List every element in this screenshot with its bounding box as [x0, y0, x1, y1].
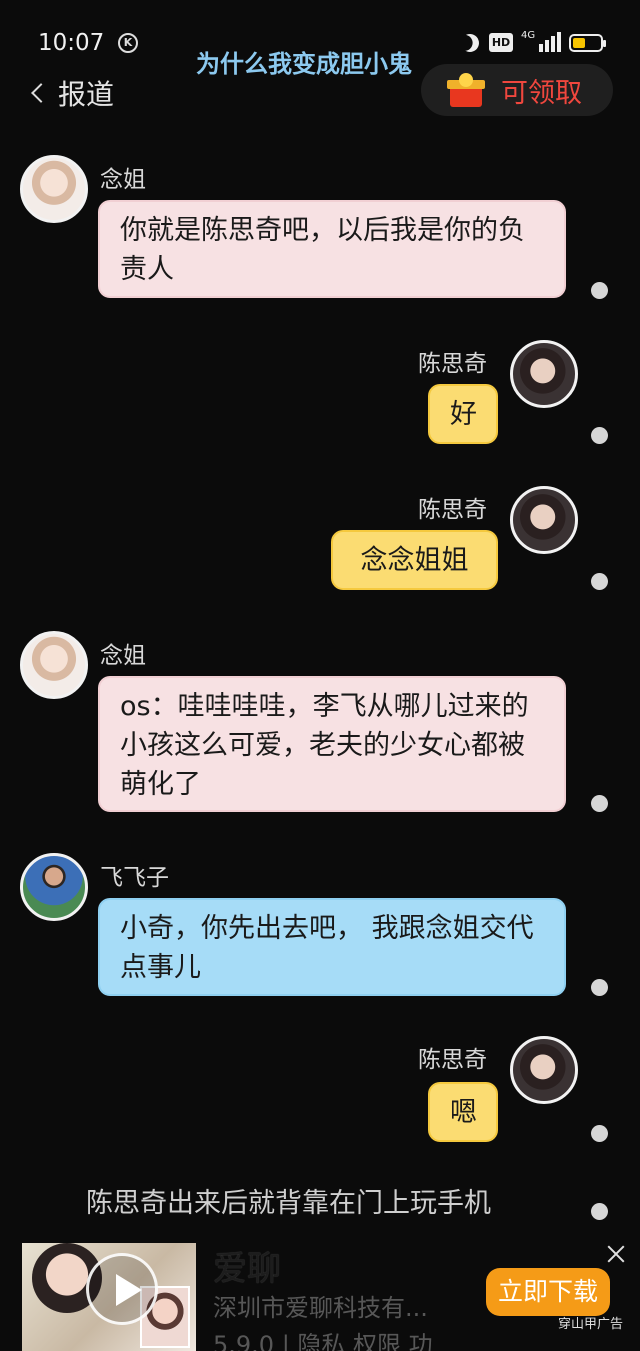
close-icon[interactable] — [605, 1243, 627, 1265]
avatar-chen[interactable] — [510, 1036, 578, 1104]
message-status-dot — [591, 979, 608, 996]
claim-label: 可领取 — [501, 77, 582, 109]
message-status-dot — [591, 573, 608, 590]
avatar-feifeizi[interactable] — [20, 853, 88, 921]
sender-name: 飞飞子 — [100, 865, 169, 891]
play-icon[interactable] — [86, 1253, 158, 1325]
ad-app-name: 爱聊 — [213, 1249, 281, 1289]
message-status-dot — [591, 427, 608, 444]
status-time: 10:07 — [38, 30, 105, 56]
claim-reward-button[interactable]: 可领取 — [421, 64, 613, 116]
ad-meta[interactable]: 5.9.0 | 隐私 权限 功 — [213, 1325, 433, 1351]
message-status-dot — [591, 1203, 608, 1220]
sender-name: 念姐 — [100, 167, 146, 193]
avatar-chen[interactable] — [510, 486, 578, 554]
narration-text: 陈思奇出来后就背靠在门上玩手机 — [86, 1188, 491, 1219]
download-button[interactable]: 立即下载 — [486, 1268, 610, 1316]
message-bubble[interactable]: 念念姐姐 — [331, 530, 498, 590]
ad-source-label: 穿山甲广告 — [558, 1317, 624, 1332]
avatar-chen[interactable] — [510, 340, 578, 408]
back-label: 报道 — [58, 78, 115, 111]
ad-thumbnail[interactable] — [22, 1243, 196, 1351]
message-status-dot — [591, 1125, 608, 1142]
ad-company: 深圳市爱聊科技有... — [213, 1294, 428, 1322]
moon-icon — [458, 31, 481, 54]
gift-icon — [447, 73, 485, 107]
signal-icon: 4G — [521, 30, 561, 54]
story-title: 为什么我变成胆小鬼 — [196, 50, 412, 78]
k-badge-icon: K — [118, 33, 138, 53]
sender-name: 陈思奇 — [418, 1047, 487, 1073]
sender-name: 陈思奇 — [418, 497, 487, 523]
back-button[interactable]: 报道 — [31, 73, 115, 113]
message-bubble[interactable]: os：哇哇哇哇，李飞从哪儿过来的小孩这么可爱，老夫的少女心都被萌化了 — [98, 676, 566, 812]
battery-icon — [569, 34, 606, 52]
hd-icon: HD — [489, 33, 513, 52]
avatar-nian[interactable] — [20, 155, 88, 223]
message-status-dot — [591, 795, 608, 812]
avatar-nian[interactable] — [20, 631, 88, 699]
chevron-left-icon — [31, 83, 51, 103]
message-bubble[interactable]: 小奇，你先出去吧， 我跟念姐交代点事儿 — [98, 898, 566, 996]
message-bubble[interactable]: 你就是陈思奇吧，以后我是你的负责人 — [98, 200, 566, 298]
sender-name: 念姐 — [100, 643, 146, 669]
message-bubble[interactable]: 好 — [428, 384, 498, 444]
ad-banner[interactable]: 爱聊 深圳市爱聊科技有... 5.9.0 | 隐私 权限 功 立即下载 穿山甲广… — [0, 1236, 640, 1351]
message-status-dot — [591, 282, 608, 299]
sender-name: 陈思奇 — [418, 351, 487, 377]
message-bubble[interactable]: 嗯 — [428, 1082, 498, 1142]
